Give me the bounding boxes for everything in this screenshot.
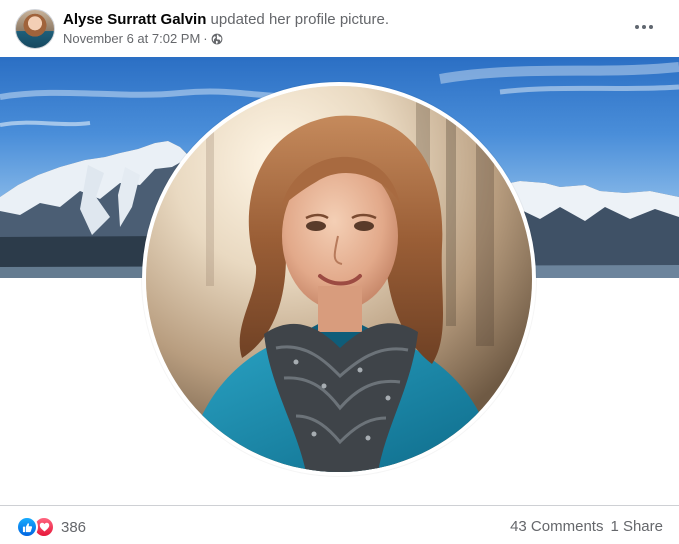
footer-divider [0,505,679,506]
globe-icon[interactable] [211,33,223,45]
meta-separator: · [203,31,208,46]
more-options-button[interactable] [628,14,660,40]
post-meta: November 6 at 7:02 PM · [63,31,223,47]
profile-picture[interactable] [142,82,536,476]
like-icon [16,516,38,538]
post-action-text: updated her profile picture. [206,11,390,28]
comments-count-link[interactable]: 43 Comments [510,518,603,535]
reaction-count[interactable]: 386 [61,519,86,536]
more-options-icon [634,25,655,29]
post-stats: 43 Comments 1 Share [510,518,663,535]
profile-portrait [146,86,532,472]
author-avatar[interactable] [15,9,55,49]
post-header: Alyse Surratt Galvin updated her profile… [0,0,679,57]
post-timestamp[interactable]: November 6 at 7:02 PM [63,31,200,47]
shares-count-link[interactable]: 1 Share [610,518,663,535]
author-name-link[interactable]: Alyse Surratt Galvin [63,11,206,28]
post-title-line: Alyse Surratt Galvin updated her profile… [63,11,389,29]
reactions-summary[interactable]: 386 [16,516,86,538]
